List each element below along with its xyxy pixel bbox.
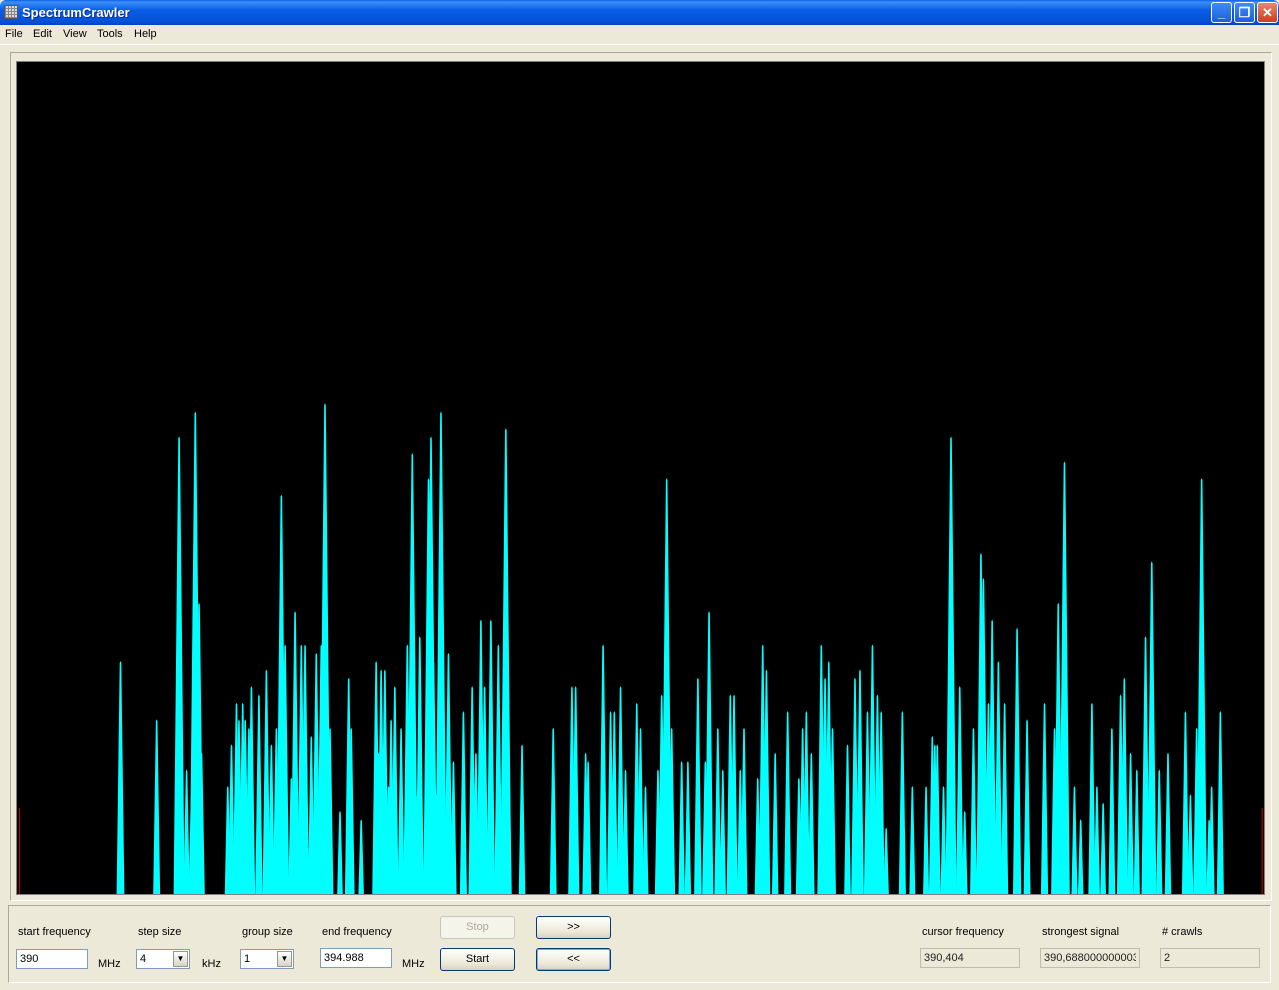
signal-peak [255,694,263,894]
signal-peak [397,727,405,894]
group-size-label: group size [242,926,293,938]
step-size-select[interactable]: 4 ▼ [136,949,190,969]
signal-peak [1196,478,1207,894]
group-size-select[interactable]: 1 ▼ [240,949,294,969]
signal-peak [956,686,964,894]
signal-peak [719,769,726,894]
signal-peak [486,619,496,894]
signal-peak [844,744,851,894]
signal-peak [808,752,815,894]
start-frequency-input[interactable] [16,949,88,969]
signal-peak [173,436,185,894]
signal-peak [1216,710,1224,894]
signal-peak [970,727,977,894]
end-frequency-input[interactable] [320,948,392,968]
signal-peak [1100,802,1106,894]
signal-peak [945,436,957,894]
menu-view[interactable]: View [63,28,87,40]
signal-peak [415,636,424,894]
signal-peak [1059,461,1070,894]
signal-peak [459,710,467,894]
end-frequency-unit: MHz [402,958,425,970]
signal-peak [909,785,916,894]
back-button[interactable]: << [536,948,611,971]
signal-peak [1181,710,1189,894]
chevron-down-icon[interactable]: ▼ [277,951,292,967]
spectrum-plot[interactable] [16,61,1265,895]
signal-peak [358,819,364,894]
signal-peak [883,827,889,894]
signal-peak [898,710,906,894]
signal-peak [1147,561,1157,894]
signal-peak [116,661,125,894]
close-icon: ✕ [1262,5,1273,20]
signal-peak [153,719,161,894]
signal-peak [1071,785,1078,894]
start-button[interactable]: Start [440,948,515,971]
signal-peak [435,411,447,894]
cursor-frequency-label: cursor frequency [922,926,1004,938]
signal-peak [1023,719,1031,894]
signal-peak [337,810,343,894]
crawls-label: # crawls [1162,926,1203,938]
step-size-value: 4 [140,953,147,965]
chevron-down-icon[interactable]: ▼ [173,951,188,967]
step-size-label: step size [138,926,182,938]
signal-peak [1093,785,1100,894]
app-icon [4,5,18,19]
strongest-signal-field [1040,948,1140,968]
signal-peak [183,769,190,894]
signal-peak [1040,702,1049,894]
group-size-value: 1 [244,953,251,965]
window-title: SpectrumCrawler [22,5,130,20]
spectrum-canvas[interactable] [17,62,1264,894]
signal-peak [1077,819,1084,894]
start-frequency-label: start frequency [18,926,91,938]
signal-peak [1187,794,1194,894]
menu-file[interactable]: File [5,28,23,40]
signal-peak [549,727,557,894]
signal-peak [940,785,947,894]
signal-peak [1012,627,1022,894]
stop-button[interactable]: Stop [440,916,515,939]
crawls-field [1160,948,1260,968]
signal-peak [704,611,714,894]
signal-peak [684,760,692,894]
signal-peak [678,760,685,894]
signal-peak [1164,752,1172,894]
end-frequency-label: end frequency [322,926,392,938]
menu-bar: File Edit View Tools Help [0,25,1279,45]
menu-edit[interactable]: Edit [33,28,52,40]
signal-peak [518,744,526,894]
minimize-button[interactable]: _ [1211,2,1232,23]
signal-peak [642,785,649,894]
strongest-signal-label: strongest signal [1042,926,1120,938]
signal-peak [923,785,930,894]
forward-button[interactable]: >> [536,916,611,939]
title-bar: SpectrumCrawler _ ❐ ✕ [0,0,1279,25]
step-size-unit: kHz [202,958,221,970]
cursor-frequency-field [920,948,1020,968]
signal-peak [1001,702,1009,894]
signal-peak [771,752,779,894]
maximize-button[interactable]: ❐ [1234,2,1255,23]
signal-peak [1127,752,1134,894]
signal-peak [1133,769,1140,894]
signal-peak [694,677,702,894]
menu-tools[interactable]: Tools [97,28,123,40]
control-panel [8,905,1271,983]
signal-peak [784,710,792,894]
signal-peak [1088,702,1096,894]
signal-peak [1156,769,1163,894]
start-frequency-unit: MHz [98,958,121,970]
signal-peak [599,644,608,894]
signal-peak [1108,727,1116,894]
menu-help[interactable]: Help [134,28,157,40]
signal-peak [994,661,1003,894]
close-button[interactable]: ✕ [1257,2,1278,23]
restore-icon: ❐ [1238,5,1251,20]
signal-peak [856,669,864,894]
minimize-icon: _ [1217,5,1226,20]
